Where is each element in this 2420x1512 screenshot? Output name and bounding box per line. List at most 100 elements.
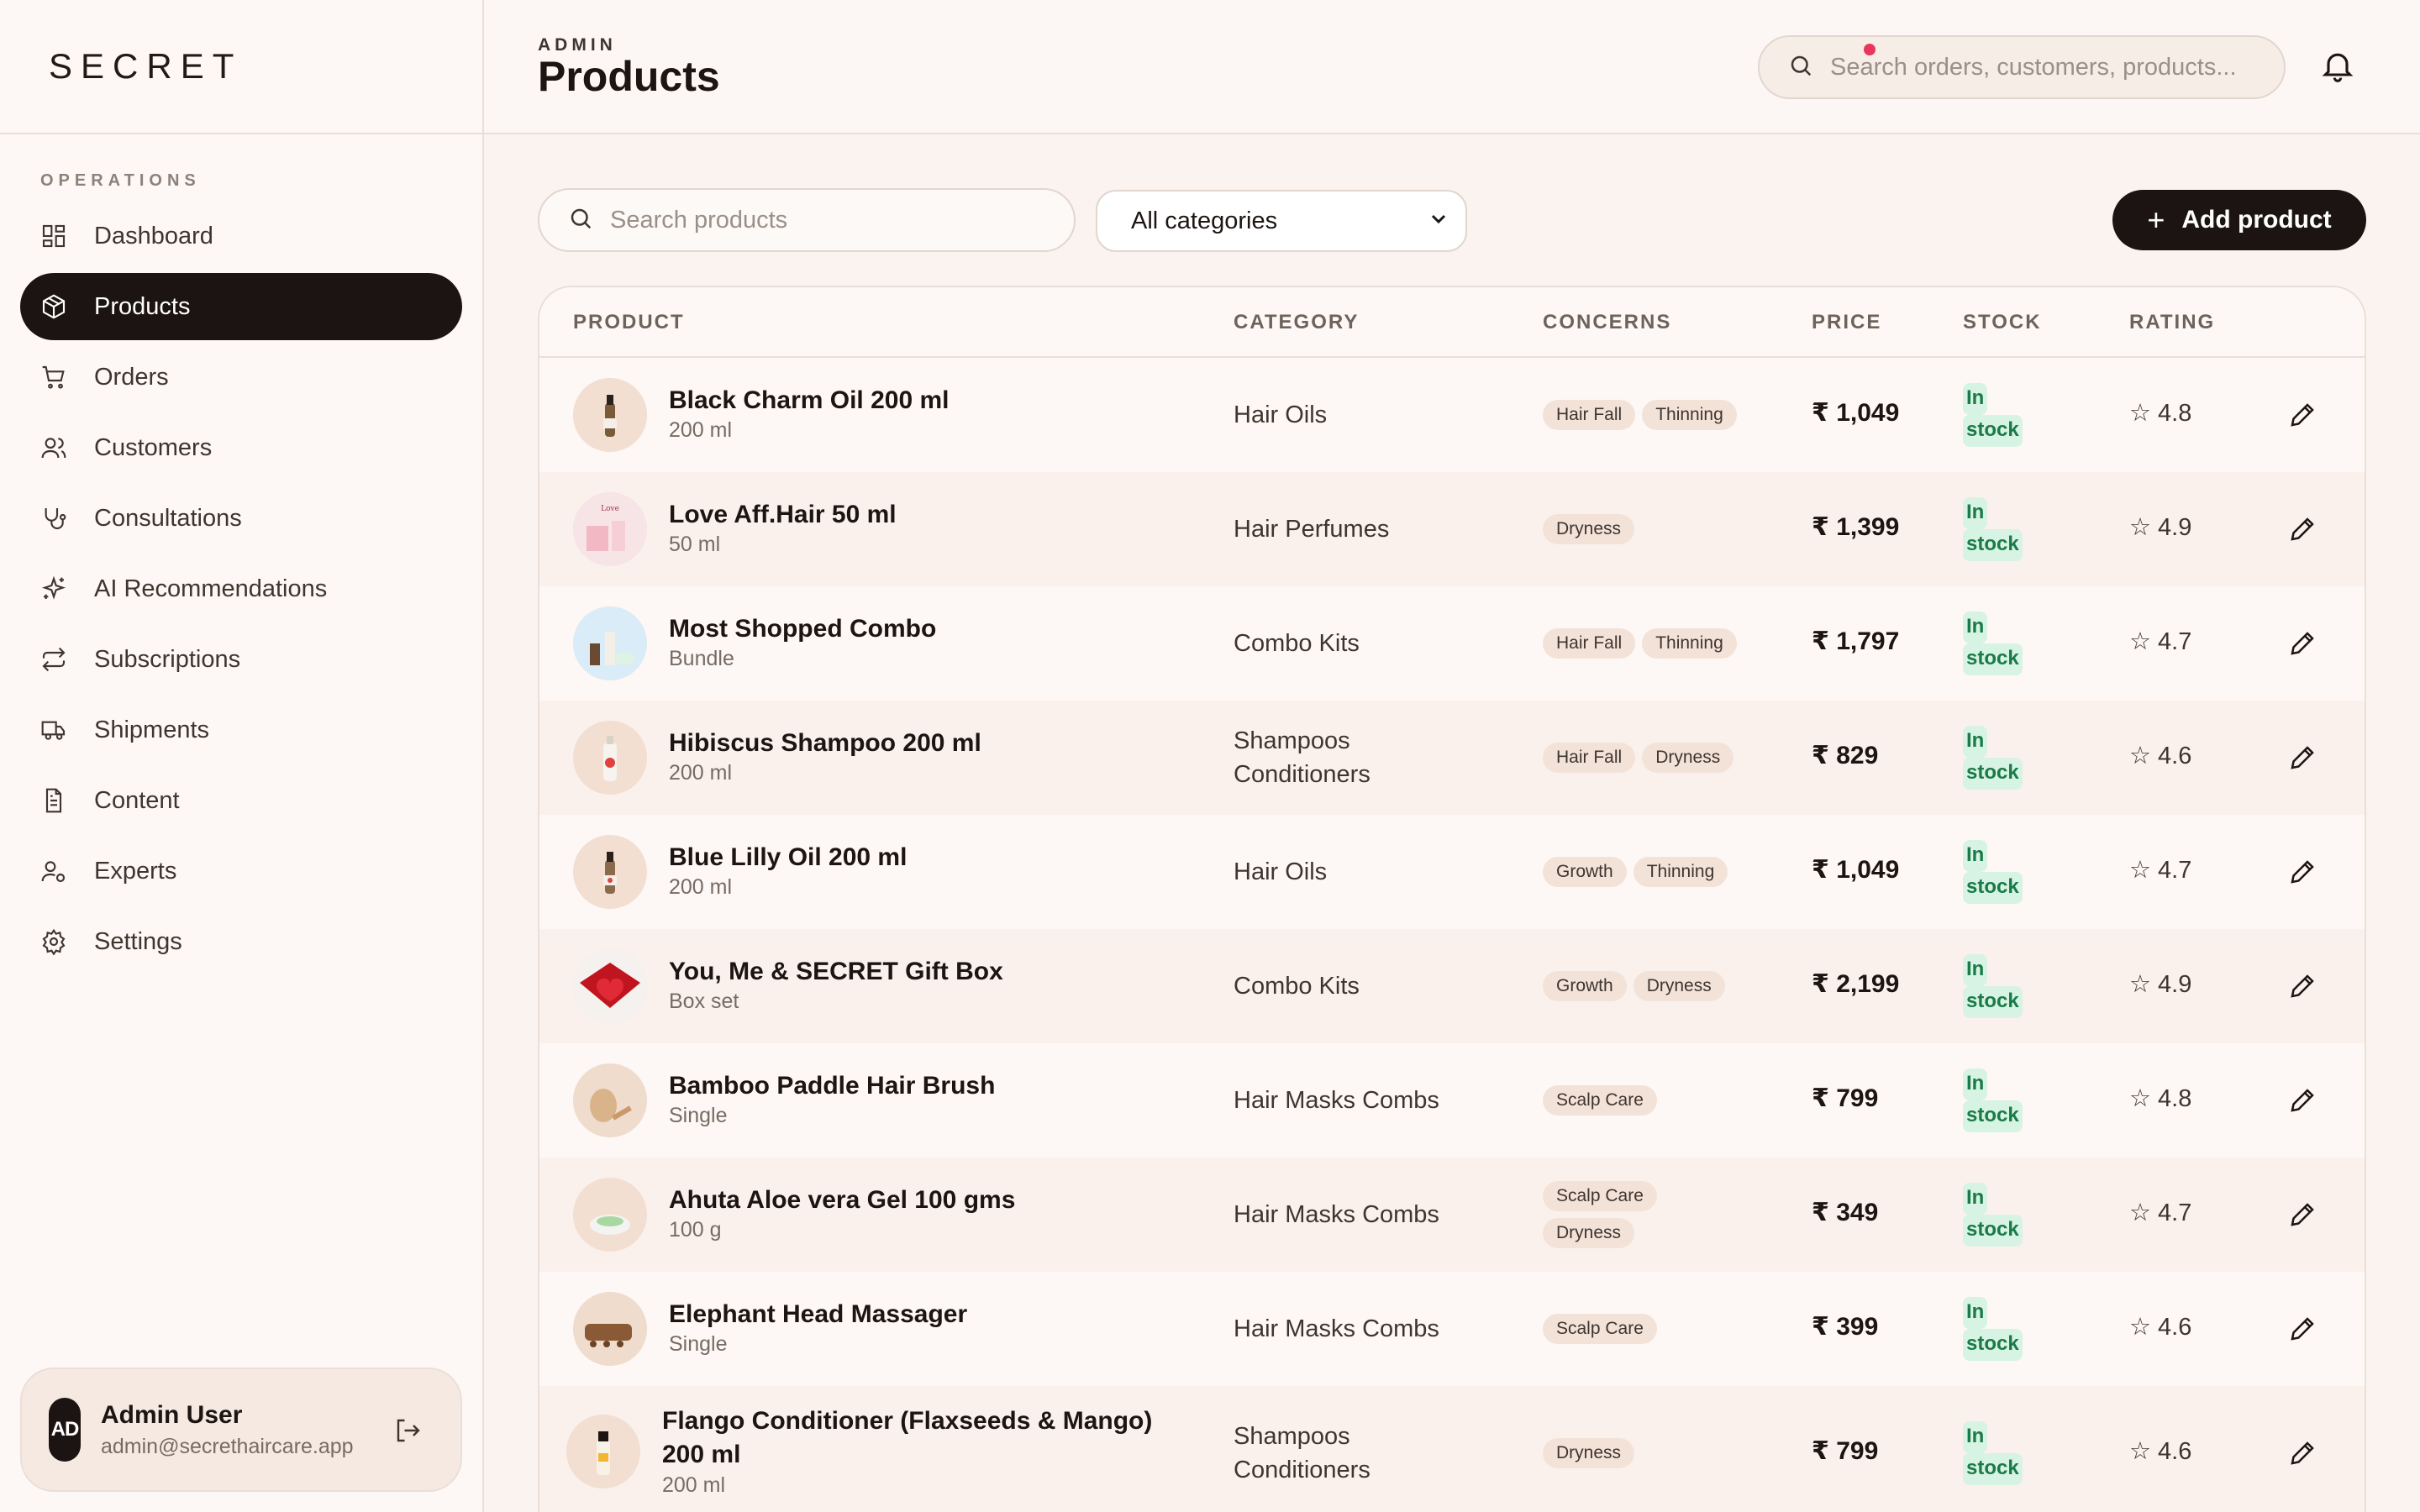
- product-thumbnail: [566, 1415, 640, 1488]
- table-row[interactable]: Most Shopped Combo Bundle Combo Kits Hai…: [539, 586, 2365, 701]
- product-category: Hair Masks Combs: [1234, 1312, 1439, 1346]
- product-name[interactable]: Ahuta Aloe vera Gel 100 gms: [669, 1186, 1015, 1215]
- sidebar-item-label: Subscriptions: [94, 645, 241, 673]
- edit-icon[interactable]: [2287, 857, 2317, 887]
- sidebar-item-content[interactable]: Content: [20, 767, 462, 834]
- edit-icon[interactable]: [2287, 1314, 2317, 1344]
- product-name[interactable]: Elephant Head Massager: [669, 1300, 967, 1329]
- table-row[interactable]: Ahuta Aloe vera Gel 100 gms 100 g Hair M…: [539, 1158, 2365, 1272]
- avatar: AD: [49, 1398, 81, 1462]
- edit-icon[interactable]: [2287, 743, 2317, 773]
- table-row[interactable]: Flango Conditioner (Flaxseeds & Mango) 20…: [539, 1386, 2365, 1512]
- sidebar-item-orders[interactable]: Orders: [20, 344, 462, 411]
- edit-icon[interactable]: [2287, 971, 2317, 1001]
- sidebar-item-experts[interactable]: Experts: [20, 837, 462, 905]
- product-name-line: 200 ml: [662, 1441, 741, 1468]
- column-header-price[interactable]: PRICE: [1812, 311, 1881, 334]
- sidebar-item-settings[interactable]: Settings: [20, 908, 462, 975]
- concern-tag: Scalp Care: [1543, 1181, 1657, 1211]
- product-thumbnail: [573, 1178, 647, 1252]
- concern-tags: Hair Fall Thinning: [1543, 400, 1744, 430]
- sidebar-item-subscriptions[interactable]: Subscriptions: [20, 626, 462, 693]
- product-price: ₹ 1,049: [1812, 856, 1900, 884]
- global-search[interactable]: [1758, 35, 2286, 99]
- stock-badge: In stock: [1963, 1421, 2030, 1485]
- product-rating: ☆ 4.8: [2129, 1085, 2192, 1112]
- sidebar-item-label: Settings: [94, 927, 182, 955]
- table-header: PRODUCT CATEGORY CONCERNS PRICE STOCK RA…: [539, 287, 2365, 358]
- product-variant: 200 ml: [669, 875, 733, 899]
- product-name-line: Flango Conditioner (Flaxseeds & Mango): [662, 1407, 1153, 1435]
- sidebar-item-consultations[interactable]: Consultations: [20, 485, 462, 552]
- table-row[interactable]: You, Me & SECRET Gift Box Box set Combo …: [539, 929, 2365, 1043]
- product-name[interactable]: Love Aff.Hair 50 ml: [669, 501, 897, 529]
- table-row[interactable]: Black Charm Oil 200 ml 200 ml Hair Oils …: [539, 358, 2365, 472]
- edit-icon[interactable]: [2287, 628, 2317, 659]
- stock-badge-line: In: [1963, 954, 1988, 986]
- product-name[interactable]: Flango Conditioner (Flaxseeds & Mango) 20…: [662, 1404, 1152, 1472]
- table-row[interactable]: Love Love Aff.Hair 50 ml 50 ml Hair Perf…: [539, 472, 2365, 586]
- product-category: Combo Kits: [1234, 627, 1360, 660]
- product-price: ₹ 799: [1812, 1084, 1879, 1112]
- category-select[interactable]: All categories: [1096, 190, 1467, 252]
- stock-badge-line: stock: [1963, 1100, 2023, 1132]
- sidebar-item-customers[interactable]: Customers: [20, 414, 462, 481]
- product-name[interactable]: Hibiscus Shampoo 200 ml: [669, 729, 981, 758]
- stock-badge-line: In: [1963, 1297, 1988, 1329]
- column-header-concerns[interactable]: CONCERNS: [1543, 311, 1671, 334]
- product-name[interactable]: Bamboo Paddle Hair Brush: [669, 1072, 995, 1100]
- product-search-input[interactable]: [610, 206, 1047, 234]
- product-price: ₹ 2,199: [1812, 970, 1900, 998]
- edit-icon[interactable]: [2287, 1438, 2317, 1468]
- table-row[interactable]: Bamboo Paddle Hair Brush Single Hair Mas…: [539, 1043, 2365, 1158]
- product-name[interactable]: Black Charm Oil 200 ml: [669, 386, 950, 415]
- column-header-stock[interactable]: STOCK: [1963, 311, 2042, 334]
- concern-tag: Scalp Care: [1543, 1085, 1657, 1116]
- sidebar-item-dashboard[interactable]: Dashboard: [20, 202, 462, 270]
- product-name[interactable]: You, Me & SECRET Gift Box: [669, 958, 1003, 986]
- product-search[interactable]: [538, 188, 1076, 252]
- column-header-rating[interactable]: RATING: [2129, 311, 2215, 334]
- logout-icon[interactable]: [393, 1415, 424, 1446]
- logo-row: SECRET: [0, 0, 482, 134]
- product-variant: 200 ml: [669, 418, 733, 442]
- sidebar-item-products[interactable]: Products: [20, 273, 462, 340]
- product-variant: 100 g: [669, 1218, 722, 1242]
- edit-icon[interactable]: [2287, 1085, 2317, 1116]
- user-info: Admin User admin@secrethaircare.app: [101, 1401, 354, 1459]
- product-rating: ☆ 4.9: [2129, 514, 2192, 541]
- column-header-product[interactable]: PRODUCT: [573, 311, 685, 334]
- table-row[interactable]: Elephant Head Massager Single Hair Masks…: [539, 1272, 2365, 1386]
- concern-tags: Scalp Care: [1543, 1314, 1664, 1344]
- search-icon: [568, 206, 593, 235]
- user-card[interactable]: AD Admin User admin@secrethaircare.app: [20, 1368, 462, 1492]
- global-search-input[interactable]: [1830, 53, 2284, 81]
- sidebar-item-label: Consultations: [94, 504, 242, 532]
- notification-bell-icon[interactable]: [2319, 47, 2356, 84]
- product-variant: Box set: [669, 990, 739, 1013]
- sidebar-item-label: AI Recommendations: [94, 575, 328, 602]
- svg-text:Love: Love: [601, 505, 619, 513]
- sidebar-item-label: Content: [94, 786, 180, 814]
- edit-icon[interactable]: [2287, 1200, 2317, 1230]
- table-row[interactable]: Blue Lilly Oil 200 ml 200 ml Hair Oils G…: [539, 815, 2365, 929]
- sidebar-item-shipments[interactable]: Shipments: [20, 696, 462, 764]
- product-name[interactable]: Most Shopped Combo: [669, 615, 936, 643]
- table-row[interactable]: Hibiscus Shampoo 200 ml 200 ml Shampoos C…: [539, 701, 2365, 815]
- brand-logo[interactable]: SECRET: [49, 46, 242, 87]
- edit-icon[interactable]: [2287, 400, 2317, 430]
- category-line: Hair Masks Combs: [1234, 1201, 1439, 1228]
- add-product-label: Add product: [2181, 206, 2332, 234]
- category-line: Shampoos: [1234, 1423, 1350, 1450]
- concern-tag: Dryness: [1543, 1218, 1635, 1248]
- product-name[interactable]: Blue Lilly Oil 200 ml: [669, 843, 907, 872]
- product-thumbnail: [573, 1292, 647, 1366]
- products-table: PRODUCT CATEGORY CONCERNS PRICE STOCK RA…: [538, 286, 2366, 1512]
- add-product-button[interactable]: + Add product: [2112, 190, 2366, 250]
- sidebar-item-label: Shipments: [94, 716, 210, 743]
- stock-badge-line: stock: [1963, 643, 2023, 675]
- cart-icon: [40, 364, 67, 391]
- edit-icon[interactable]: [2287, 514, 2317, 544]
- sidebar-item-ai-recommendations[interactable]: AI Recommendations: [20, 555, 462, 622]
- column-header-category[interactable]: CATEGORY: [1234, 311, 1359, 334]
